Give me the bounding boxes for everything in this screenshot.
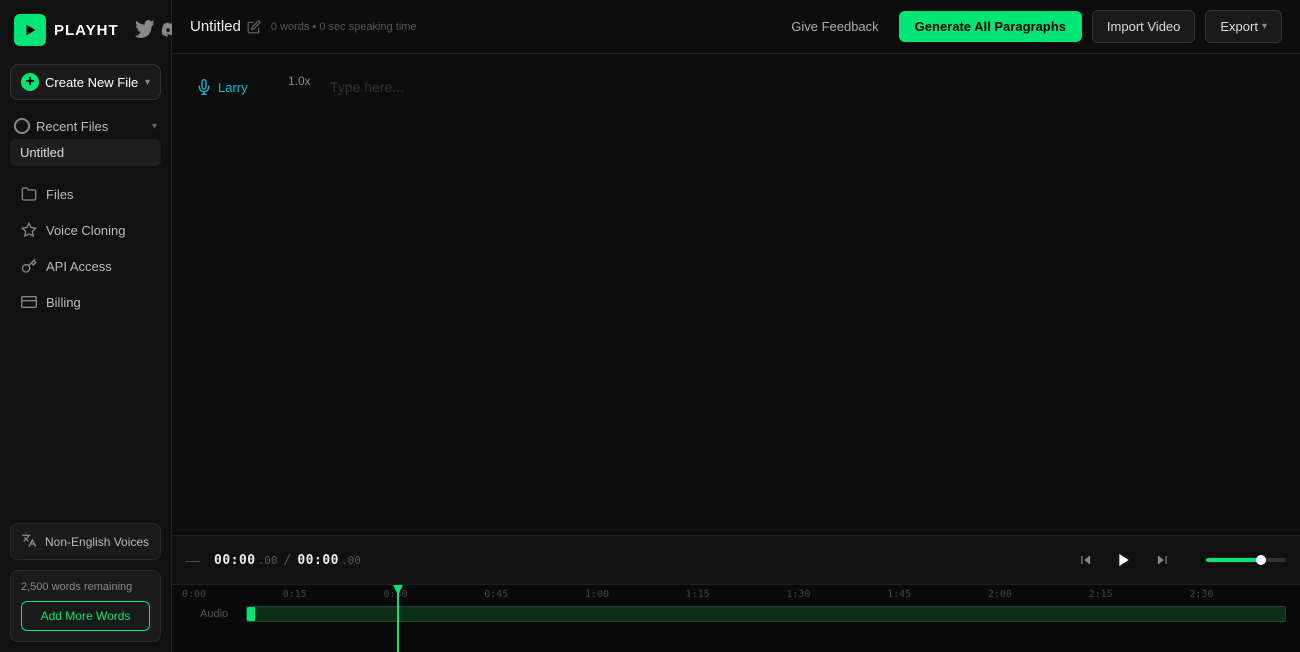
folder-icon [20,185,38,203]
files-label: Files [46,187,73,202]
voice-name: Larry [218,80,248,95]
ruler-tick: 2:15 [1089,589,1190,600]
ruler-tick: 0:45 [484,589,585,600]
file-title: Untitled [190,18,241,35]
timeline[interactable]: 0:000:150:300:451:001:151:301:452:002:15… [172,584,1300,652]
create-btn-label: Create New File [45,75,138,90]
export-button[interactable]: Export ▾ [1205,10,1282,43]
give-feedback-button[interactable]: Give Feedback [781,13,888,40]
voice-cloning-label: Voice Cloning [46,223,126,238]
microphone-icon [196,79,212,95]
volume-thumb [1256,555,1266,565]
import-video-button[interactable]: Import Video [1092,10,1195,43]
sidebar-bottom: Non-English Voices 2,500 words remaining… [0,513,171,652]
timeline-audio-track: Audio [172,600,1300,628]
twitter-icon[interactable] [135,20,155,40]
logo-icon [14,14,46,46]
sidebar-item-api-access[interactable]: API Access [10,249,161,283]
nav-section: Files Voice Cloning API Access [0,169,171,327]
billing-label: Billing [46,295,81,310]
words-box: 2,500 words remaining Add More Words [10,570,161,642]
chevron-down-icon: ▾ [152,121,157,132]
card-icon [20,293,38,311]
transport-bar: — 00:00 .00 / 00:00 .00 [172,535,1300,584]
create-new-file-button[interactable]: + Create New File ▾ [10,64,161,100]
timeline-ruler: 0:000:150:300:451:001:151:301:452:002:15… [172,585,1300,600]
sidebar: PLAYHT + Create New File ▾ Recent Files … [0,0,172,652]
sidebar-item-files[interactable]: Files [10,177,161,211]
chevron-down-icon: ▾ [145,77,150,88]
time-total-sub: .00 [341,554,361,567]
sparkle-icon [20,221,38,239]
audio-clip [247,607,255,621]
chevron-down-icon: ▾ [1262,21,1267,32]
text-input[interactable]: Type here... [330,74,1276,100]
volume-control [1196,558,1286,562]
ruler-tick: 1:00 [585,589,686,600]
add-more-words-button[interactable]: Add More Words [21,601,150,631]
audio-waveform [246,606,1286,622]
skip-back-button[interactable] [1072,546,1100,574]
time-display: 00:00 .00 / 00:00 .00 [214,553,361,568]
app-title: PLAYHT [54,22,119,39]
paragraph-block: Larry 1.0x Type here... [196,74,1276,100]
file-meta: 0 words • 0 sec speaking time [271,21,417,33]
recent-files-header[interactable]: Recent Files ▾ [10,114,161,138]
time-current-sub: .00 [258,554,278,567]
main-content: Untitled 0 words • 0 sec speaking time G… [172,0,1300,652]
non-english-voices-button[interactable]: Non-English Voices [10,523,161,560]
recent-files-label: Recent Files [36,119,108,134]
file-title-wrap: Untitled 0 words • 0 sec speaking time [190,18,417,35]
ruler-tick: 0:00 [182,589,283,600]
generate-all-paragraphs-button[interactable]: Generate All Paragraphs [899,11,1082,42]
ruler-tick: 0:15 [283,589,384,600]
volume-bar[interactable] [1206,558,1286,562]
skip-forward-button[interactable] [1148,546,1176,574]
editor-area[interactable]: Larry 1.0x Type here... [172,54,1300,535]
api-access-label: API Access [46,259,112,274]
time-separator: / [284,553,292,568]
volume-fill [1206,558,1258,562]
ruler-tick: 1:45 [887,589,988,600]
speed-selector[interactable]: 1.0x [288,74,318,100]
voice-selector[interactable]: Larry [196,74,276,100]
export-label: Export [1220,19,1258,34]
key-icon [20,257,38,275]
history-icon [14,118,30,134]
edit-icon[interactable] [247,20,261,34]
plus-icon: + [21,73,39,91]
words-remaining: 2,500 words remaining [21,581,150,593]
ruler-tick: 2:30 [1189,589,1290,600]
ruler-markers: 0:000:150:300:451:001:151:301:452:002:15… [182,589,1290,600]
time-total-main: 00:00 [297,553,339,568]
ruler-tick: 2:00 [988,589,1089,600]
translate-icon [21,532,37,551]
time-current-main: 00:00 [214,553,256,568]
topbar: Untitled 0 words • 0 sec speaking time G… [172,0,1300,54]
non-english-label: Non-English Voices [45,535,149,549]
sidebar-item-voice-cloning[interactable]: Voice Cloning [10,213,161,247]
recent-files-section: Recent Files ▾ Untitled [0,108,171,169]
timeline-inner: 0:000:150:300:451:001:151:301:452:002:15… [172,585,1300,652]
recent-file-item[interactable]: Untitled [10,139,161,166]
transport-controls [1072,544,1176,576]
play-button[interactable] [1108,544,1140,576]
audio-label: Audio [186,604,242,624]
logo-area: PLAYHT [0,0,171,56]
ruler-tick: 1:30 [786,589,887,600]
placeholder-text: Type here... [330,79,404,95]
playhead [397,585,399,652]
dash: — [186,552,200,568]
ruler-tick: 1:15 [686,589,787,600]
topbar-actions: Give Feedback Generate All Paragraphs Im… [781,10,1282,43]
sidebar-item-billing[interactable]: Billing [10,285,161,319]
